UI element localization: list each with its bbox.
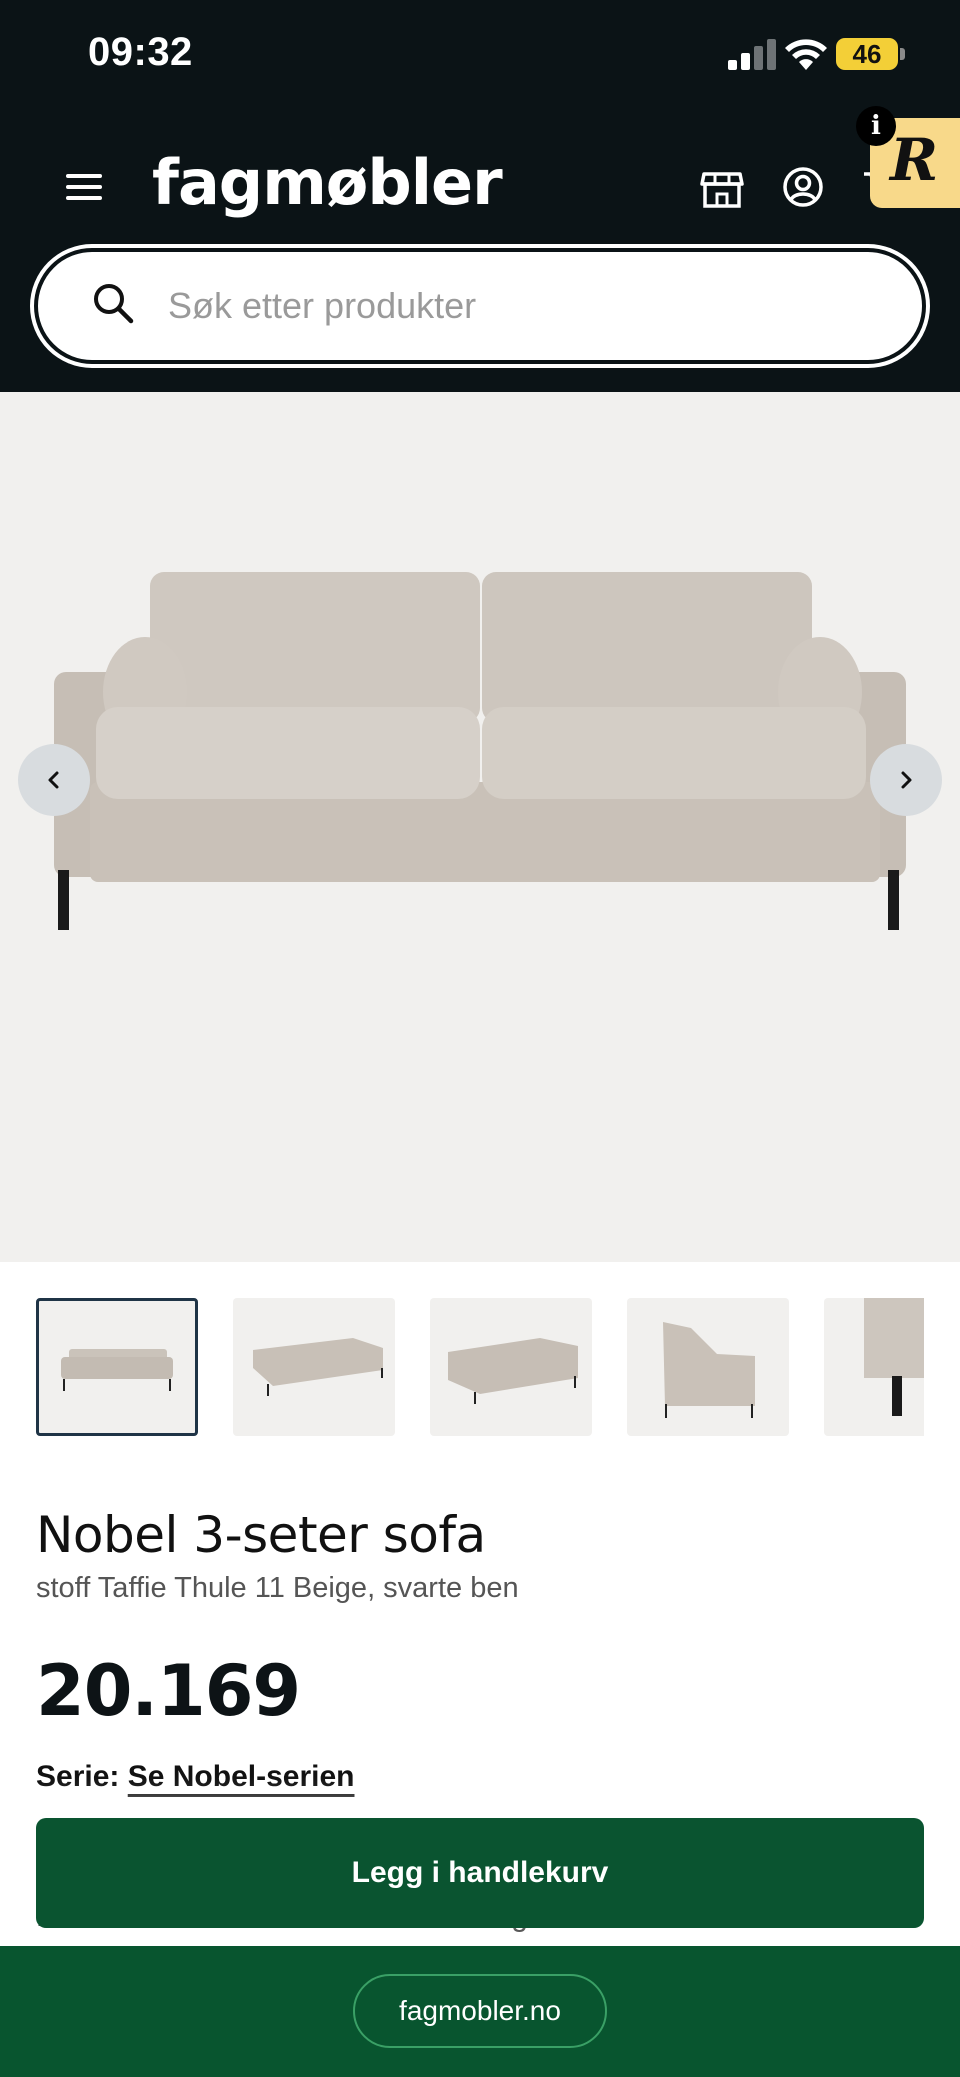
status-bar: 09:32 46 [0, 0, 960, 110]
status-time: 09:32 [88, 30, 193, 74]
browser-address-bar: fagmobler.no [0, 1946, 960, 2077]
battery-indicator: 46 [836, 38, 898, 70]
url-pill[interactable]: fagmobler.no [353, 1974, 607, 2048]
thumbnail-back[interactable] [430, 1298, 592, 1436]
chevron-left-icon [48, 771, 59, 789]
product-variant: stoff Taffie Thule 11 Beige, svarte ben [36, 1572, 519, 1604]
site-header: 09:32 46 fagmøbler R i [0, 0, 960, 392]
sofa-product-image [54, 572, 906, 930]
thumbnail-strip[interactable] [36, 1298, 924, 1436]
store-icon[interactable] [700, 166, 744, 210]
thumbnail-side[interactable] [627, 1298, 789, 1436]
battery-tip [900, 48, 905, 60]
wifi-icon [785, 39, 827, 70]
series-label: Serie: [36, 1760, 120, 1793]
next-image-button[interactable] [870, 744, 942, 816]
cellular-signal-icon [728, 38, 778, 70]
product-title: Nobel 3-seter sofa [36, 1506, 486, 1564]
product-price: 20.169 [36, 1650, 301, 1732]
extension-badge-letter: R [890, 126, 939, 194]
account-icon[interactable] [782, 166, 824, 208]
add-to-cart-button[interactable]: Legg i handlekurv [36, 1818, 924, 1928]
hamburger-menu-icon[interactable] [66, 172, 104, 202]
site-logo[interactable]: fagmøbler [152, 146, 503, 219]
product-image-carousel[interactable] [0, 392, 960, 1262]
search-input[interactable] [168, 252, 888, 360]
previous-image-button[interactable] [18, 744, 90, 816]
chevron-right-icon [901, 771, 912, 789]
thumbnail-angle[interactable] [233, 1298, 395, 1436]
search-bar[interactable] [34, 248, 926, 364]
info-icon[interactable]: i [856, 106, 896, 146]
search-icon [94, 284, 134, 324]
series-link[interactable]: Se Nobel-serien [128, 1760, 355, 1793]
product-series: Serie: Se Nobel-serien [36, 1760, 354, 1794]
thumbnail-front[interactable] [36, 1298, 198, 1436]
thumbnail-detail[interactable] [824, 1298, 924, 1436]
